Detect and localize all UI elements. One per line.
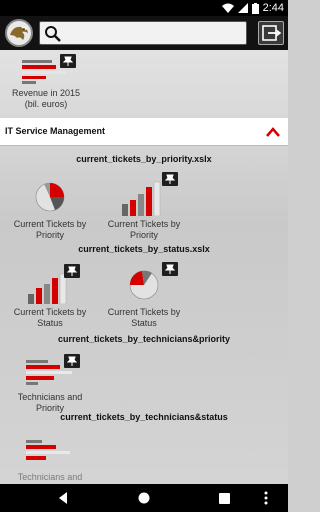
file-title: current_tickets_by_priority.xslx [76,154,212,164]
dashboard-tile[interactable]: Current Tickets by Status [102,262,186,329]
wifi-icon [221,3,234,13]
section-header-it-service-management[interactable]: IT Service Management [0,118,288,146]
pin-icon[interactable] [162,172,178,186]
pin-icon[interactable] [60,54,76,68]
dashboard-content[interactable]: Revenue in 2015 (bil. euros) IT Service … [0,50,288,484]
tile-label: Current Tickets by Priority [107,219,181,240]
system-nav-bar [0,484,288,512]
status-bar: 2:44 [0,0,288,16]
tile-label: Revenue in 2015 (bil. euros) [11,88,81,109]
column-chart-thumbnail [116,172,178,216]
signal-icon [237,3,248,13]
pie-chart-thumbnail [22,178,78,216]
section-title: IT Service Management [5,126,106,136]
file-title: current_tickets_by_technicians&priority [57,334,231,344]
chevron-up-icon[interactable] [266,127,280,137]
bar-chart-thumbnail [22,352,80,390]
dashboard-tile[interactable]: Current Tickets by Priority [8,178,92,241]
bar-chart-thumbnail [22,432,78,470]
pushpin-icon [62,56,74,66]
recents-icon[interactable] [219,493,230,504]
tile-label: Technicians and Status [17,472,83,484]
dashboard-tile-revenue[interactable]: Revenue in 2015 (bil. euros) [4,54,88,110]
tile-label: Technicians and Priority [17,392,83,413]
tile-label: Current Tickets by Priority [13,219,87,240]
battery-icon [251,2,259,14]
pushpin-icon [164,174,176,184]
dashboard-tile[interactable]: Technicians and Status [4,432,96,484]
pushpin-icon [66,266,78,276]
tile-label: Current Tickets by Status [13,307,87,328]
column-chart-thumbnail [22,264,80,304]
file-title: current_tickets_by_technicians&status [60,412,228,422]
search-input[interactable] [39,21,247,45]
search-icon[interactable] [44,25,62,43]
back-icon[interactable] [57,492,69,504]
pin-icon[interactable] [64,354,80,368]
pushpin-icon [164,264,176,274]
hbar-chart-icon [26,440,70,460]
dashboard-tile[interactable]: Current Tickets by Status [8,264,92,329]
pie-chart-icon [35,182,65,212]
tile-label: Current Tickets by Status [107,307,181,328]
dashboard-tile[interactable]: Technicians and Priority [4,352,96,414]
eagle-logo-icon [10,26,28,40]
app-toolbar [0,16,288,50]
logout-icon [262,25,282,41]
logout-button[interactable] [258,21,284,45]
status-time: 2:44 [262,2,284,14]
pie-chart-thumbnail [116,262,178,304]
file-title: current_tickets_by_status.xslx [78,244,210,254]
overflow-menu-icon[interactable] [264,491,268,505]
pin-icon[interactable] [162,262,178,276]
home-icon[interactable] [138,492,150,504]
bar-chart-thumbnail [18,54,76,86]
dashboard-tile[interactable]: Current Tickets by Priority [102,172,186,241]
status-icons: 2:44 [221,0,284,16]
pin-icon[interactable] [64,264,80,278]
pushpin-icon [66,356,78,366]
app-logo[interactable] [5,19,33,47]
